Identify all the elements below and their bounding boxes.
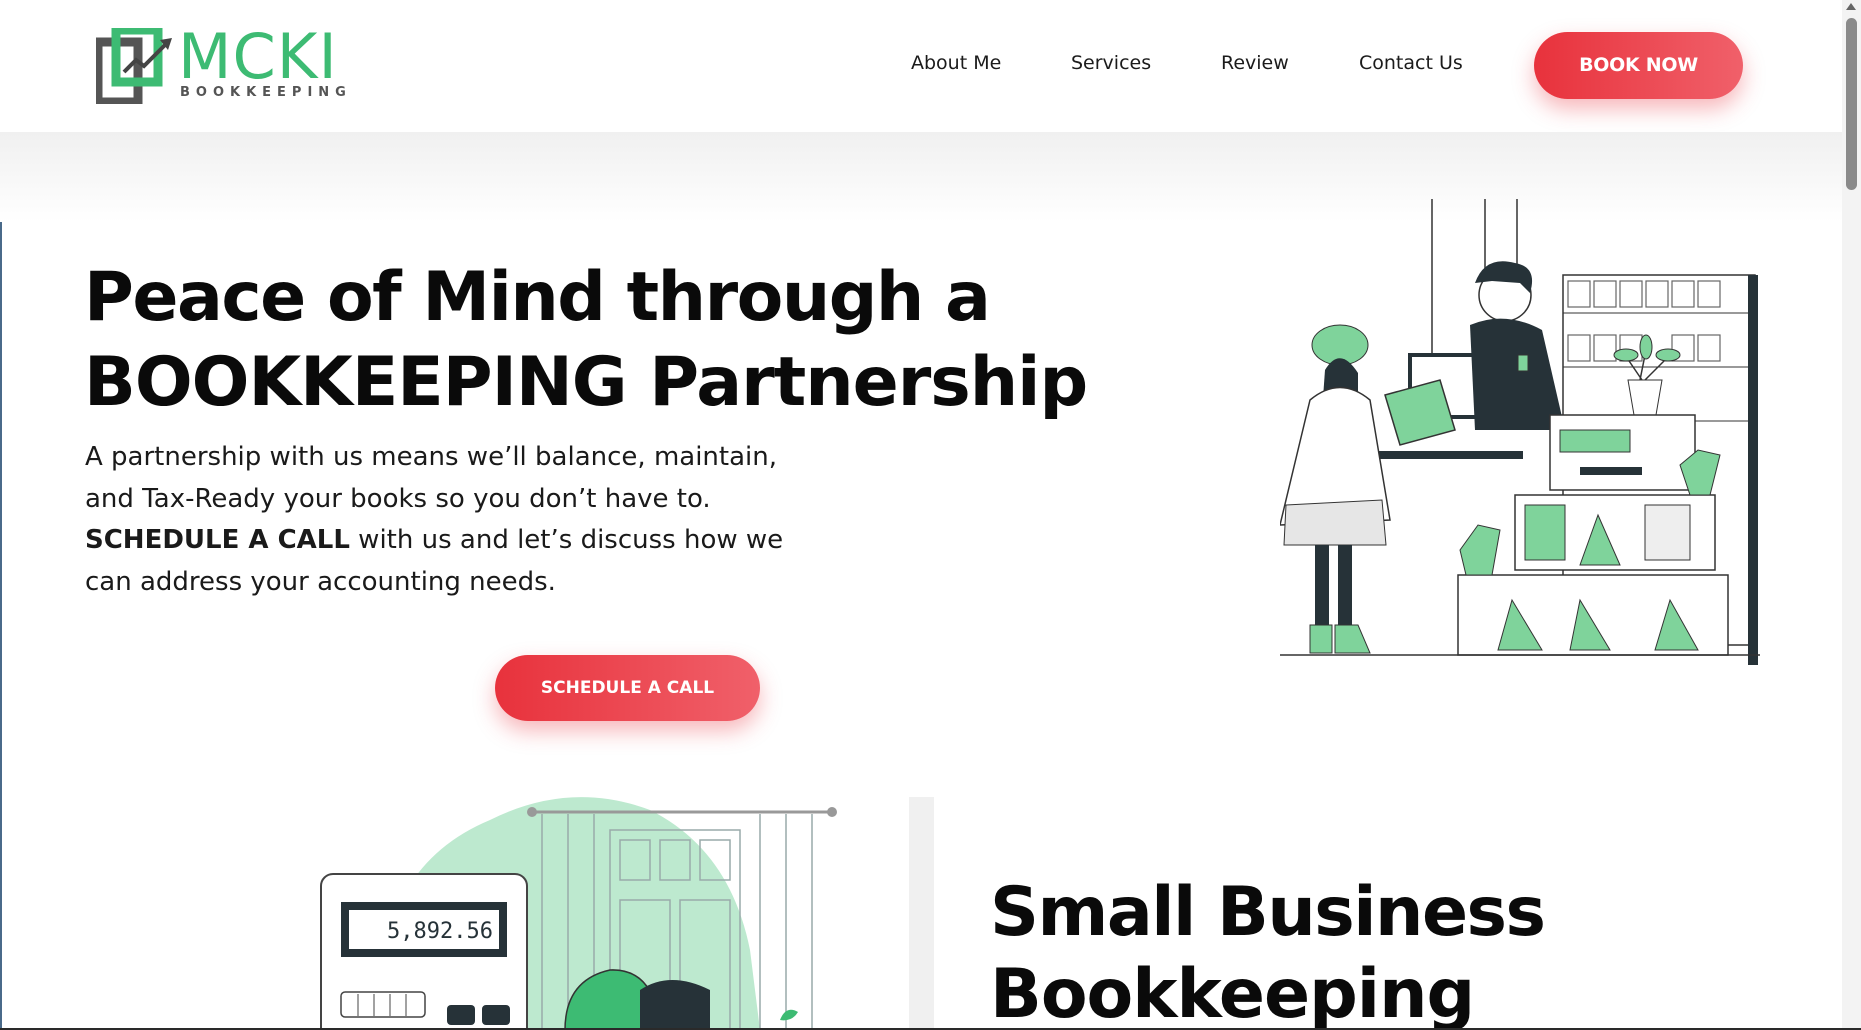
logo-tagline: BOOKKEEPING	[180, 85, 352, 100]
mcki-logo-icon	[96, 28, 172, 104]
calculator-illustration: 5,892.56	[320, 797, 837, 1030]
nav-review[interactable]: Review	[1221, 52, 1289, 74]
section-title-light: Bookkeeping	[990, 955, 1475, 1030]
nav-services[interactable]: Services	[1071, 52, 1151, 74]
section-title-bold: Small Business	[990, 873, 1546, 952]
nav-contact-us[interactable]: Contact Us	[1359, 52, 1463, 74]
nav-about-me[interactable]: About Me	[911, 52, 1001, 74]
hero-title-light: BOOKKEEPING Partnership	[84, 343, 1088, 422]
vertical-scrollbar[interactable]	[1842, 0, 1861, 1030]
shop-illustration	[1280, 199, 1760, 665]
section-divider	[909, 797, 934, 1030]
brand-logo[interactable]: MCKI BOOKKEEPING	[96, 24, 366, 104]
hero-title-bold: Peace of Mind through a	[84, 258, 991, 337]
scrollbar-thumb[interactable]	[1846, 18, 1857, 190]
hero-body-bold: SCHEDULE A CALL	[85, 525, 350, 555]
schedule-call-button[interactable]: SCHEDULE A CALL	[495, 655, 760, 721]
site-header: MCKI BOOKKEEPING About Me Services Revie…	[0, 0, 1842, 132]
book-now-button[interactable]: BOOK NOW	[1534, 32, 1743, 99]
calculator-display-value: 5,892.56	[387, 919, 493, 944]
hero-description: A partnership with us means we’ll balanc…	[85, 437, 805, 603]
chevron-up-icon[interactable]	[1846, 3, 1856, 10]
hero-body-part1: A partnership with us means we’ll balanc…	[85, 442, 777, 514]
logo-wordmark: MCKI	[178, 20, 338, 93]
